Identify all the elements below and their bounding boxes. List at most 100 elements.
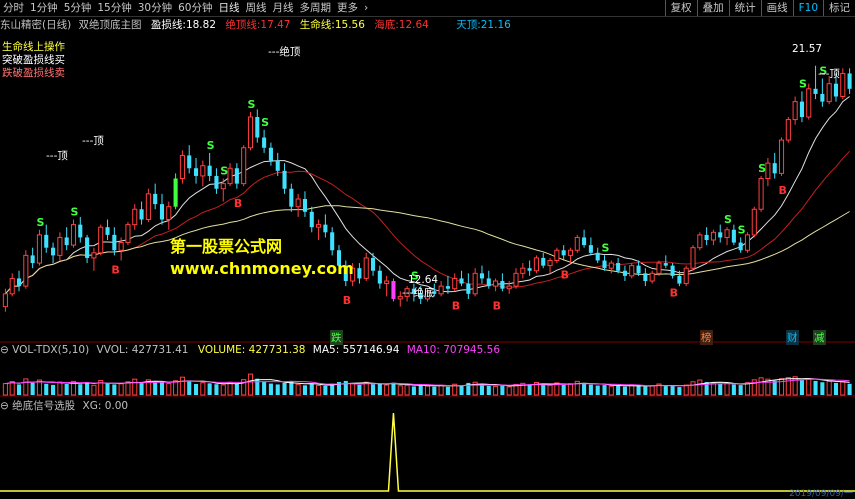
- volume-bar: [309, 384, 314, 395]
- event-marker-reduce[interactable]: 减: [813, 330, 826, 345]
- candle-body: [289, 188, 294, 207]
- volume-bar: [847, 383, 852, 395]
- sell-signal-s: S: [220, 165, 228, 178]
- volume-bar: [214, 384, 219, 395]
- candle-body: [847, 73, 852, 89]
- volume-bar: [710, 382, 716, 396]
- candle-body: [2, 293, 8, 308]
- candle-body: [51, 247, 56, 256]
- kline-chart[interactable]: BBB B BBBBSSSSSSSSSSSSS: [0, 17, 855, 497]
- buy-signal-b: B: [234, 197, 242, 210]
- candle-body: [166, 206, 172, 220]
- sell-signal-s: S: [70, 206, 78, 219]
- overlay-button[interactable]: 叠加: [696, 0, 729, 16]
- volume-bar: [323, 385, 328, 395]
- candle-body: [70, 224, 77, 246]
- candle-body: [64, 237, 69, 246]
- candle-body: [826, 83, 832, 103]
- candle-body: [105, 227, 110, 235]
- sell-signal-s: S: [602, 241, 610, 254]
- event-marker-finance[interactable]: 财: [786, 330, 799, 345]
- volume-bar: [112, 384, 117, 395]
- tab-multi-period[interactable]: 多周期: [297, 0, 335, 16]
- candle-body: [840, 72, 846, 97]
- volume-bar: [316, 385, 322, 396]
- volume-indicator-name[interactable]: VOL-TDX(5,10): [12, 344, 89, 356]
- tab-60min[interactable]: 60分钟: [175, 0, 215, 16]
- candle-body: [44, 234, 49, 248]
- candle-body: [179, 154, 185, 179]
- volume-bar: [78, 384, 83, 395]
- tab-monthly[interactable]: 月线: [270, 0, 297, 16]
- tab-intraday[interactable]: 分时: [0, 0, 27, 16]
- event-marker-list[interactable]: 榜: [700, 330, 713, 345]
- volume-indicator-icon[interactable]: ⊖: [0, 344, 9, 356]
- volume-bar: [255, 378, 260, 395]
- tab-30min[interactable]: 30分钟: [135, 0, 175, 16]
- candle-body: [772, 163, 777, 174]
- candle-body: [724, 229, 730, 238]
- volume-bar: [268, 383, 273, 395]
- candle-body: [452, 277, 458, 290]
- volume-bar: [179, 376, 185, 396]
- volume-bar: [690, 381, 696, 396]
- volume-bar: [826, 380, 832, 396]
- candle-body: [588, 245, 593, 253]
- tab-daily[interactable]: 日线: [216, 0, 243, 16]
- date-stamp: 2019/09/09/一: [789, 489, 853, 499]
- volume-bar: [547, 384, 553, 396]
- candle-body: [513, 272, 519, 287]
- buy-signal-b: B: [111, 263, 119, 276]
- sell-signal-s: S: [799, 77, 807, 90]
- volume-bar: [9, 381, 15, 396]
- event-marker-drop[interactable]: 跌: [330, 330, 343, 345]
- candle-body: [616, 263, 621, 271]
- volume-bar: [85, 382, 90, 395]
- candle-body: [132, 208, 138, 226]
- candle-body: [541, 257, 546, 266]
- volume-bar: [370, 384, 376, 395]
- tab-15min[interactable]: 15分钟: [94, 0, 134, 16]
- volume-bar: [91, 384, 97, 396]
- more-arrow-icon[interactable]: ›: [361, 0, 371, 16]
- tab-more[interactable]: 更多: [334, 0, 361, 16]
- tab-weekly[interactable]: 周线: [243, 0, 270, 16]
- volume-bar: [173, 380, 179, 396]
- tab-5min[interactable]: 5分钟: [61, 0, 95, 16]
- candle-body: [173, 178, 178, 207]
- volume-bar: [792, 376, 798, 396]
- top-marker-2: ---顶: [82, 135, 104, 147]
- mark-button[interactable]: 标记: [823, 0, 855, 16]
- buy-signal-b: B: [779, 184, 787, 197]
- volume-bar: [57, 381, 63, 396]
- signal-indicator-icon[interactable]: ⊖: [0, 400, 9, 412]
- candle-body: [323, 224, 328, 233]
- tab-1min[interactable]: 1分钟: [27, 0, 61, 16]
- volume-bar: [677, 387, 682, 395]
- candle-body: [595, 252, 600, 261]
- candle-body: [622, 270, 627, 276]
- signal-line: [0, 412, 855, 492]
- volume-bar: [582, 384, 587, 395]
- volume-bar: [683, 384, 689, 396]
- candle-body: [677, 275, 682, 284]
- volume-bar: [602, 385, 607, 395]
- statistics-button[interactable]: 统计: [728, 0, 761, 16]
- restore-rights-button[interactable]: 复权: [664, 0, 697, 16]
- candle-body: [697, 234, 703, 249]
- sell-signal-s: S: [758, 162, 766, 175]
- volume-bar: [125, 381, 131, 396]
- candle-body: [785, 119, 791, 141]
- f10-button[interactable]: F10: [792, 0, 823, 16]
- candle-body: [479, 273, 485, 279]
- candle-body: [91, 252, 97, 259]
- draw-line-button[interactable]: 画线: [760, 0, 793, 16]
- sell-signal-s: S: [738, 223, 746, 236]
- candle-body: [330, 232, 335, 251]
- volume-bar: [500, 385, 505, 395]
- candle-body: [207, 165, 212, 176]
- signal-indicator-name[interactable]: 绝底信号选股: [12, 400, 75, 412]
- high-price-label: 21.57: [792, 43, 823, 55]
- volume-bar: [595, 385, 600, 395]
- volume-bar: [302, 385, 307, 395]
